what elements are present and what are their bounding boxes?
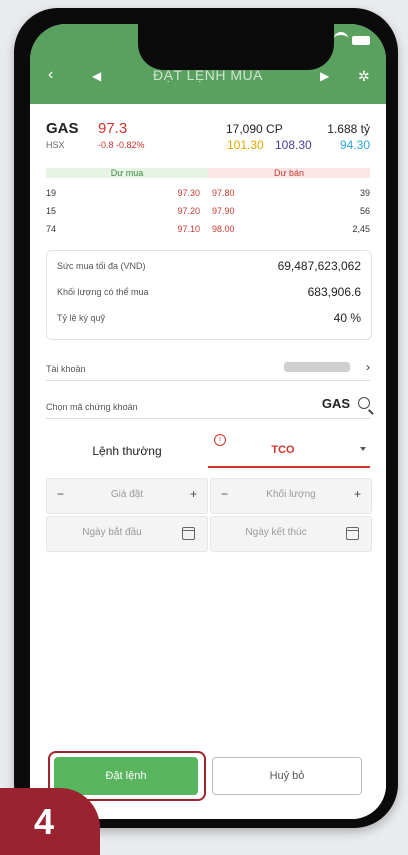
status-bar <box>334 32 370 48</box>
tab-tco-order[interactable]: i TCO <box>208 434 370 468</box>
orderbook-row: 74 97.10 98.00 2,45 <box>46 220 370 238</box>
reference-price: 108.30 <box>275 138 312 152</box>
buy-qty: 15 <box>46 206 57 216</box>
quantity-stepper[interactable]: − Khối lượng + <box>210 478 372 514</box>
end-date-placeholder: Ngày kết thúc <box>245 527 307 538</box>
floor-price: 94.30 <box>339 138 370 152</box>
start-date-field[interactable]: Ngày bắt đầu <box>46 516 208 552</box>
step-number-badge: 4 <box>0 788 100 855</box>
sell-qty: 56 <box>359 206 370 216</box>
next-icon[interactable]: ▶ <box>320 69 329 83</box>
account-selector[interactable]: Tài khoản › <box>46 356 370 381</box>
stock-summary: GAS HSX 97.3 -0.8 -0.82% 17,090 CP 1.688… <box>46 120 370 160</box>
ceiling-price: 101.30 <box>227 138 264 152</box>
phone-notch <box>138 24 334 70</box>
stock-exchange: HSX <box>46 140 65 150</box>
sell-price: 97.90 <box>212 206 235 216</box>
orderbook-row: 15 97.20 97.90 56 <box>46 202 370 220</box>
search-icon[interactable] <box>358 397 370 409</box>
stock-select-label: Chọn mã chứng khoán <box>46 402 138 412</box>
max-power-value: 69,487,623,062 <box>277 259 361 273</box>
end-date-field[interactable]: Ngày kết thúc <box>210 516 372 552</box>
stock-volume: 17,090 CP <box>226 122 283 136</box>
tco-label: TCO <box>271 444 295 456</box>
orderbook-row: 19 97.30 97.80 39 <box>46 184 370 202</box>
stock-change: -0.8 -0.82% <box>98 140 145 150</box>
stock-price: 97.3 <box>98 120 128 137</box>
wifi-icon <box>334 32 348 45</box>
purchase-info-card: Sức mua tối đa (VND) 69,487,623,062 Khối… <box>46 250 372 340</box>
sell-price: 98.00 <box>212 224 235 234</box>
tab-normal-order[interactable]: Lệnh thường <box>46 434 208 468</box>
stock-selector[interactable]: Chọn mã chứng khoán GAS <box>46 394 370 419</box>
orderbook: 19 97.30 97.80 39 15 97.20 97.90 56 74 9… <box>46 184 370 238</box>
start-date-placeholder: Ngày bắt đầu <box>82 527 142 538</box>
stock-symbol: GAS <box>46 120 79 137</box>
chevron-right-icon: › <box>366 360 370 374</box>
buyable-qty-value: 683,906.6 <box>307 285 361 299</box>
calendar-icon[interactable] <box>182 527 195 540</box>
selected-stock-code: GAS <box>321 396 350 411</box>
margin-ratio-value: 40 % <box>333 311 361 325</box>
buyable-qty-label: Khối lượng có thể mua <box>57 287 149 297</box>
max-power-label: Sức mua tối đa (VND) <box>57 261 146 271</box>
price-placeholder: Giá đặt <box>110 489 144 500</box>
sell-qty: 2,45 <box>352 224 370 234</box>
buy-price: 97.30 <box>177 188 200 198</box>
buy-price: 97.20 <box>177 206 200 216</box>
cancel-button[interactable]: Huỷ bỏ <box>212 757 362 795</box>
app-screen: ‹ ◀ ĐẶT LỆNH MUA ▶ ✲ GAS HSX 97.3 -0.8 -… <box>30 24 386 819</box>
price-stepper[interactable]: − Giá đặt + <box>46 478 208 514</box>
stock-value: 1.688 tỷ <box>327 122 370 136</box>
sell-price: 97.80 <box>212 188 235 198</box>
buy-side-label: Dư mua <box>46 168 208 178</box>
qty-placeholder: Khối lượng <box>266 489 316 500</box>
sell-qty: 39 <box>359 188 370 198</box>
chevron-down-icon <box>360 447 366 451</box>
gear-icon[interactable]: ✲ <box>358 68 370 85</box>
account-label: Tài khoản <box>46 364 86 374</box>
account-number-masked <box>284 362 350 372</box>
sell-side-label: Dư bán <box>208 168 370 178</box>
battery-icon <box>352 36 370 45</box>
order-content: GAS HSX 97.3 -0.8 -0.82% 17,090 CP 1.688… <box>30 104 386 819</box>
action-buttons: Đặt lệnh Huỷ bỏ <box>48 751 362 801</box>
order-type-tabs: Lệnh thường i TCO <box>46 434 370 468</box>
buy-price: 97.10 <box>177 224 200 234</box>
calendar-icon[interactable] <box>346 527 359 540</box>
buy-qty: 19 <box>46 188 57 198</box>
price-plus-button[interactable]: + <box>190 487 197 501</box>
margin-ratio-label: Tỷ lệ ký quỹ <box>57 313 106 323</box>
buy-qty: 74 <box>46 224 57 234</box>
orderbook-header: Dư mua Dư bán <box>46 168 370 180</box>
qty-plus-button[interactable]: + <box>354 487 361 501</box>
